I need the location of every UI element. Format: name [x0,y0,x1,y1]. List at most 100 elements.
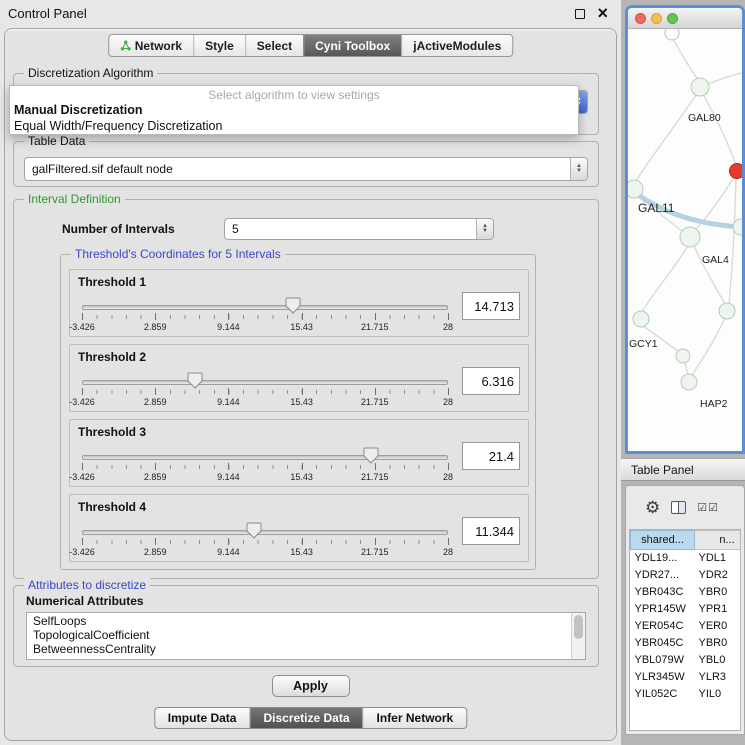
threshold-value-field[interactable]: 6.316 [462,367,520,395]
network-node-selected[interactable] [730,164,743,179]
dropdown-item-equal-width-frequency[interactable]: Equal Width/Frequency Discretization [10,118,578,134]
network-node[interactable] [681,374,697,390]
table-row[interactable]: YDR27...YDR2 [631,567,742,584]
attribute-list-item[interactable]: BetweennessCentrality [27,642,571,656]
slider-thumb[interactable] [285,297,301,314]
table-row[interactable]: YBR043CYBR0 [631,584,742,601]
table-row[interactable]: YIL052CYIL0 [631,686,742,703]
threshold-value-field[interactable]: 14.713 [462,292,520,320]
slider-track[interactable] [82,380,448,385]
threshold-label: Threshold 2 [78,350,146,364]
attribute-list-item[interactable]: SelfLoops [27,614,571,628]
table-row[interactable]: YDL19...YDL1 [631,550,742,567]
network-node[interactable] [680,227,700,247]
slider-major-tick [448,388,449,395]
table-row[interactable]: YBL079WYBL0 [631,652,742,669]
table-panel-header[interactable]: Table Panel [621,458,745,481]
cell-name[interactable]: YDR2 [695,567,742,584]
slider-thumb[interactable] [246,522,262,539]
threshold-row-3: Threshold 3 -3.4262.8599.14415.4321.7152… [69,419,529,487]
table-row[interactable]: YBR045CYBR0 [631,635,742,652]
tab-jactivemodules[interactable]: jActiveModules [401,35,512,56]
cell-name[interactable]: YBR0 [695,635,742,652]
network-node[interactable] [719,303,735,319]
node-table: shared... n... YDL19...YDL1YDR27...YDR2Y… [629,529,741,731]
network-canvas[interactable]: GAL80 GAL11 GAL4 GCY1 HAP2 [628,29,742,451]
minimize-traffic-light-icon[interactable] [651,13,662,24]
attribute-list-item[interactable]: TopologicalCoefficient [27,628,571,642]
threshold-value-field[interactable]: 21.4 [462,442,520,470]
slider-thumb[interactable] [187,372,203,389]
cell-shared-name[interactable]: YER054C [631,618,695,635]
slider-track[interactable] [82,305,448,310]
zoom-traffic-light-icon[interactable] [667,13,678,24]
network-node[interactable] [628,180,643,198]
threshold-label: Threshold 3 [78,425,146,439]
cell-shared-name[interactable]: YBR045C [631,635,695,652]
network-node[interactable] [676,349,690,363]
cell-name[interactable]: YPR1 [695,601,742,618]
scrollbar-thumb[interactable] [574,615,583,639]
dropdown-item-manual-discretization[interactable]: Manual Discretization [10,102,578,118]
column-header-shared-name[interactable]: shared... [631,531,695,550]
cell-name[interactable]: YIL0 [695,686,742,703]
tab-network[interactable]: Network [109,35,193,56]
cell-shared-name[interactable]: YBL079W [631,652,695,669]
threshold-slider[interactable]: -3.4262.8599.14415.4321.71528 [82,371,448,411]
slider-scale-label: 21.715 [361,547,389,557]
apply-button[interactable]: Apply [272,675,350,697]
number-of-intervals-combobox[interactable]: 5 ▲ ▼ [224,218,494,240]
select-columns-icon[interactable]: ☑☑ [697,501,719,514]
tab-discretize-data[interactable]: Discretize Data [249,708,362,728]
tab-cyni-toolbox[interactable]: Cyni Toolbox [303,35,401,56]
slider-ticks [82,390,448,394]
cell-shared-name[interactable]: YIL052C [631,686,695,703]
close-icon[interactable]: × [597,3,608,23]
cell-shared-name[interactable]: YDR27... [631,567,695,584]
table-row[interactable]: YER054CYER0 [631,618,742,635]
gear-icon[interactable]: ⚙ [645,499,660,516]
cell-shared-name[interactable]: YBR043C [631,584,695,601]
threshold-slider[interactable]: -3.4262.8599.14415.4321.71528 [82,446,448,486]
combobox-stepper-icon[interactable]: ▲ ▼ [476,219,493,239]
numerical-attributes-list[interactable]: SelfLoopsTopologicalCoefficientBetweenne… [26,612,586,660]
cell-shared-name[interactable]: YDL19... [631,550,695,567]
slider-track[interactable] [82,530,448,535]
threshold-slider[interactable]: -3.4262.8599.14415.4321.71528 [82,296,448,336]
cell-name[interactable]: YBR0 [695,584,742,601]
threshold-slider[interactable]: -3.4262.8599.14415.4321.71528 [82,521,448,561]
slider-major-tick [155,388,156,395]
slider-track[interactable] [82,455,448,460]
table-data-combobox[interactable]: galFiltered.sif default node ▲ ▼ [24,157,588,181]
tab-impute-data[interactable]: Impute Data [155,708,250,728]
slider-scale-label: 2.859 [144,472,167,482]
threshold-value-field[interactable]: 11.344 [462,517,520,545]
tab-style[interactable]: Style [193,35,245,56]
cell-name[interactable]: YLR3 [695,669,742,686]
cell-name[interactable]: YER0 [695,618,742,635]
cell-name[interactable]: YBL0 [695,652,742,669]
column-header-name[interactable]: n... [695,531,742,550]
list-scrollbar[interactable] [571,613,585,659]
tab-infer-network[interactable]: Infer Network [363,708,467,728]
threshold-row-1: Threshold 1 -3.4262.8599.14415.4321.7152… [69,269,529,337]
table-row[interactable]: YLR345WYLR3 [631,669,742,686]
cell-shared-name[interactable]: YPR145W [631,601,695,618]
thresholds-group-label: Threshold's Coordinates for 5 Intervals [71,247,285,261]
cell-shared-name[interactable]: YLR345W [631,669,695,686]
columns-icon[interactable] [671,501,686,514]
tab-select[interactable]: Select [245,35,303,56]
slider-scale-label: 9.144 [217,322,240,332]
table-row[interactable]: YPR145WYPR1 [631,601,742,618]
network-node[interactable] [665,29,679,40]
cell-name[interactable]: YDL1 [695,550,742,567]
combobox-stepper-icon[interactable]: ▲ ▼ [570,158,587,180]
network-node[interactable] [691,78,709,96]
number-of-intervals-label: Number of Intervals [62,222,175,236]
tab-label: jActiveModules [413,39,501,53]
network-node[interactable] [633,311,649,327]
float-window-icon[interactable] [575,9,585,19]
close-traffic-light-icon[interactable] [635,13,646,24]
tab-label: Cyni Toolbox [315,39,390,53]
slider-thumb[interactable] [363,447,379,464]
